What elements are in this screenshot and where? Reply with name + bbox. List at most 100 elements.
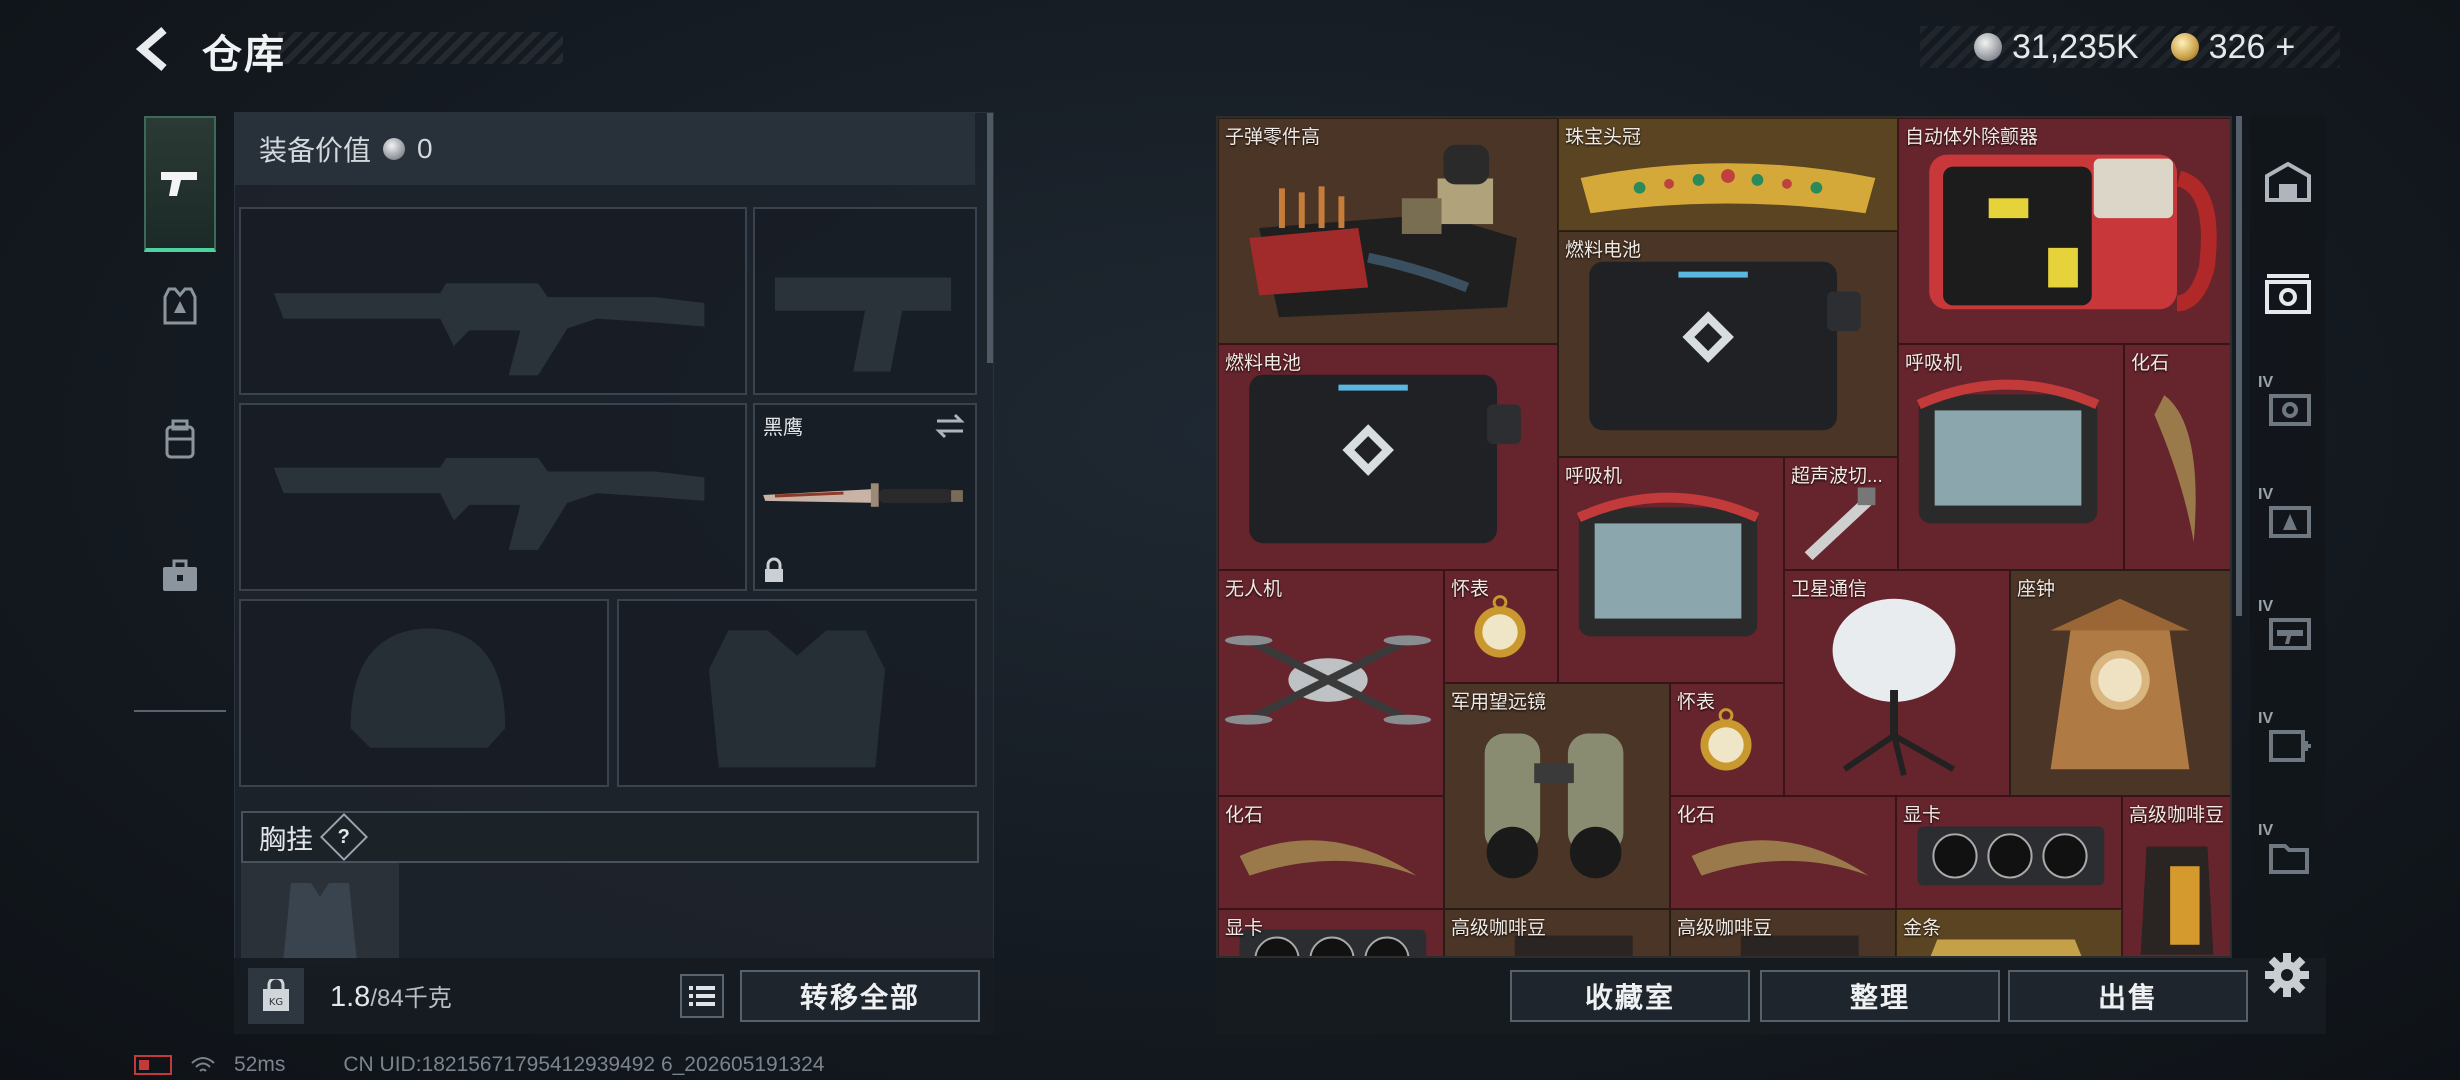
- tab-storage-main[interactable]: [2250, 128, 2326, 238]
- item-name: 怀表: [1451, 579, 1490, 600]
- item-name: 卫星通信: [1791, 579, 1868, 600]
- back-arrow-icon[interactable]: [130, 24, 180, 74]
- equipment-value: 0: [417, 133, 433, 164]
- item-name: 子弹零件高: [1225, 127, 1321, 148]
- tab-level: IV: [2258, 710, 2274, 727]
- warehouse-icon: [2265, 161, 2311, 202]
- status-bar: 52ms CN UID:18215671795412939492 6_20260…: [134, 1052, 824, 1078]
- storage-item-clock[interactable]: 座钟: [2010, 570, 2230, 796]
- item-name: 呼吸机: [1905, 353, 1963, 374]
- storage-box-icon: [2265, 274, 2311, 314]
- inventory-footer: KG 1.8/84千克 转移全部: [234, 958, 994, 1034]
- tab-level: IV: [2258, 598, 2274, 615]
- storage-item-fossil[interactable]: 化石: [1218, 796, 1444, 909]
- tab-armor[interactable]: [144, 238, 216, 374]
- item-name: 呼吸机: [1565, 466, 1623, 487]
- body-armor-slot[interactable]: [617, 599, 977, 787]
- currency-bar: 31,235K 326 +: [1920, 26, 2340, 68]
- item-name: 高级咖啡豆: [2129, 805, 2225, 826]
- item-name: 化石: [1225, 805, 1264, 826]
- storage-item-ventilator[interactable]: 呼吸机: [1558, 457, 1784, 683]
- primary-weapon-slot[interactable]: [239, 207, 747, 395]
- gold-coin-icon: [2170, 33, 2199, 61]
- item-name: 珠宝头冠: [1565, 127, 1642, 148]
- storage-item-coffee-beans[interactable]: 高级咖啡豆: [2122, 796, 2230, 956]
- helmet-slot[interactable]: [239, 599, 609, 787]
- defibrillator-image: [1929, 154, 2217, 312]
- storage-item-pocket-watch[interactable]: 怀表: [1670, 683, 1784, 796]
- list-view-button[interactable]: [680, 974, 724, 1018]
- ping-value: 52ms: [234, 1053, 286, 1076]
- rifle-silhouette-icon: [273, 457, 705, 550]
- equipment-panel: 装备价值 0 黑鹰 胸挂 ?: [234, 112, 994, 1034]
- storage-item-coffee-beans[interactable]: 高级咖啡豆: [1670, 909, 1896, 956]
- binoculars-image: [1484, 733, 1624, 879]
- storage-item-fossil[interactable]: 化石: [2124, 344, 2230, 570]
- tab-storage-5[interactable]: IV: [2250, 688, 2326, 798]
- help-icon[interactable]: ?: [319, 812, 369, 862]
- sidearm-slot[interactable]: [753, 207, 977, 395]
- battery-icon: [134, 1055, 172, 1075]
- tab-weapons[interactable]: [144, 116, 216, 252]
- weight-current: 1.8: [330, 981, 371, 1013]
- tab-backpack[interactable]: [144, 372, 216, 508]
- weight-max: /84千克: [370, 985, 452, 1012]
- help-symbol: ?: [337, 825, 351, 848]
- storage-item-satellite-comm[interactable]: 卫星通信: [1784, 570, 2010, 796]
- secondary-weapon-slot[interactable]: [239, 403, 747, 591]
- storage-item-ultrasonic-cutter[interactable]: 超声波切...: [1784, 457, 1898, 570]
- storage-item-coffee-beans[interactable]: 高级咖啡豆: [1444, 909, 1670, 956]
- storage-item-tiara[interactable]: 珠宝头冠: [1558, 118, 1898, 231]
- storage-item-fuel-cell[interactable]: 燃料电池: [1558, 231, 1898, 457]
- collection-room-button[interactable]: 收藏室: [1510, 970, 1750, 1022]
- ventilator-image: [1916, 379, 2100, 524]
- storage-item-fuel-cell[interactable]: 燃料电池: [1218, 344, 1558, 570]
- storage-item-aed[interactable]: 自动体外除颤器: [1898, 118, 2230, 344]
- lock-icon: [765, 557, 783, 582]
- storage-item-fossil[interactable]: 化石: [1670, 796, 1896, 909]
- storage-footer: 收藏室 整理 出售: [1216, 958, 2326, 1034]
- tab-storage-3[interactable]: IV: [2250, 464, 2326, 574]
- storage-item-gold-bar[interactable]: 金条: [1896, 909, 2122, 956]
- equipment-value-header: 装备价值 0: [235, 113, 975, 185]
- storage-item-pocket-watch[interactable]: 怀表: [1444, 570, 1558, 683]
- list-icon: [689, 986, 715, 1006]
- weight-readout: 1.8/84千克: [330, 978, 452, 1014]
- fuel-cell-image: [1589, 261, 1861, 431]
- storage-item-graphics-card[interactable]: 显卡: [1218, 909, 1444, 956]
- tab-storage-4[interactable]: IV: [2250, 576, 2326, 686]
- pistol-icon: [161, 172, 197, 196]
- page-title: 仓库: [202, 33, 286, 77]
- equipment-scrollbar[interactable]: [987, 113, 993, 363]
- mantel-clock-image: [2050, 598, 2190, 770]
- settings-gear-icon[interactable]: [2262, 950, 2312, 1000]
- sell-button[interactable]: 出售: [2008, 970, 2248, 1022]
- chest-rig-label: 胸挂: [259, 824, 313, 855]
- storage-item-bullet-parts[interactable]: 子弹零件高: [1218, 118, 1558, 344]
- item-name: 化石: [1677, 805, 1716, 826]
- storage-item-ventilator[interactable]: 呼吸机: [1898, 344, 2124, 570]
- gold-amount: 326: [2208, 27, 2266, 66]
- satellite-dish-image: [1832, 598, 1956, 776]
- storage-item-graphics-card[interactable]: 显卡: [1896, 796, 2122, 909]
- transfer-all-button[interactable]: 转移全部: [740, 970, 980, 1022]
- fuel-cell-image: [1249, 374, 1521, 544]
- storage-item-drone[interactable]: 无人机: [1218, 570, 1444, 796]
- user-uid: CN UID:18215671795412939492 6_2026051913…: [343, 1053, 825, 1076]
- briefcase-icon: [163, 559, 197, 591]
- tab-storage-6[interactable]: IV: [2250, 800, 2326, 910]
- tab-level: IV: [2258, 822, 2274, 839]
- vest-armor-icon: [163, 287, 197, 325]
- sort-button[interactable]: 整理: [1760, 970, 2000, 1022]
- gold-add-button[interactable]: +: [2275, 28, 2295, 67]
- melee-slot[interactable]: 黑鹰: [753, 403, 977, 591]
- storage-scrollbar[interactable]: [2236, 116, 2242, 616]
- tab-case[interactable]: [144, 508, 216, 644]
- storage-item-binoculars[interactable]: 军用望远镜: [1444, 683, 1670, 909]
- item-name: 化石: [2131, 353, 2170, 374]
- tab-storage-2[interactable]: IV: [2250, 352, 2326, 462]
- silver-amount: 31,235K: [2012, 27, 2139, 66]
- bullet-parts-crate-image: [1249, 144, 1517, 318]
- tab-storage-1[interactable]: [2250, 240, 2326, 350]
- item-name: 自动体外除颤器: [1905, 127, 2039, 148]
